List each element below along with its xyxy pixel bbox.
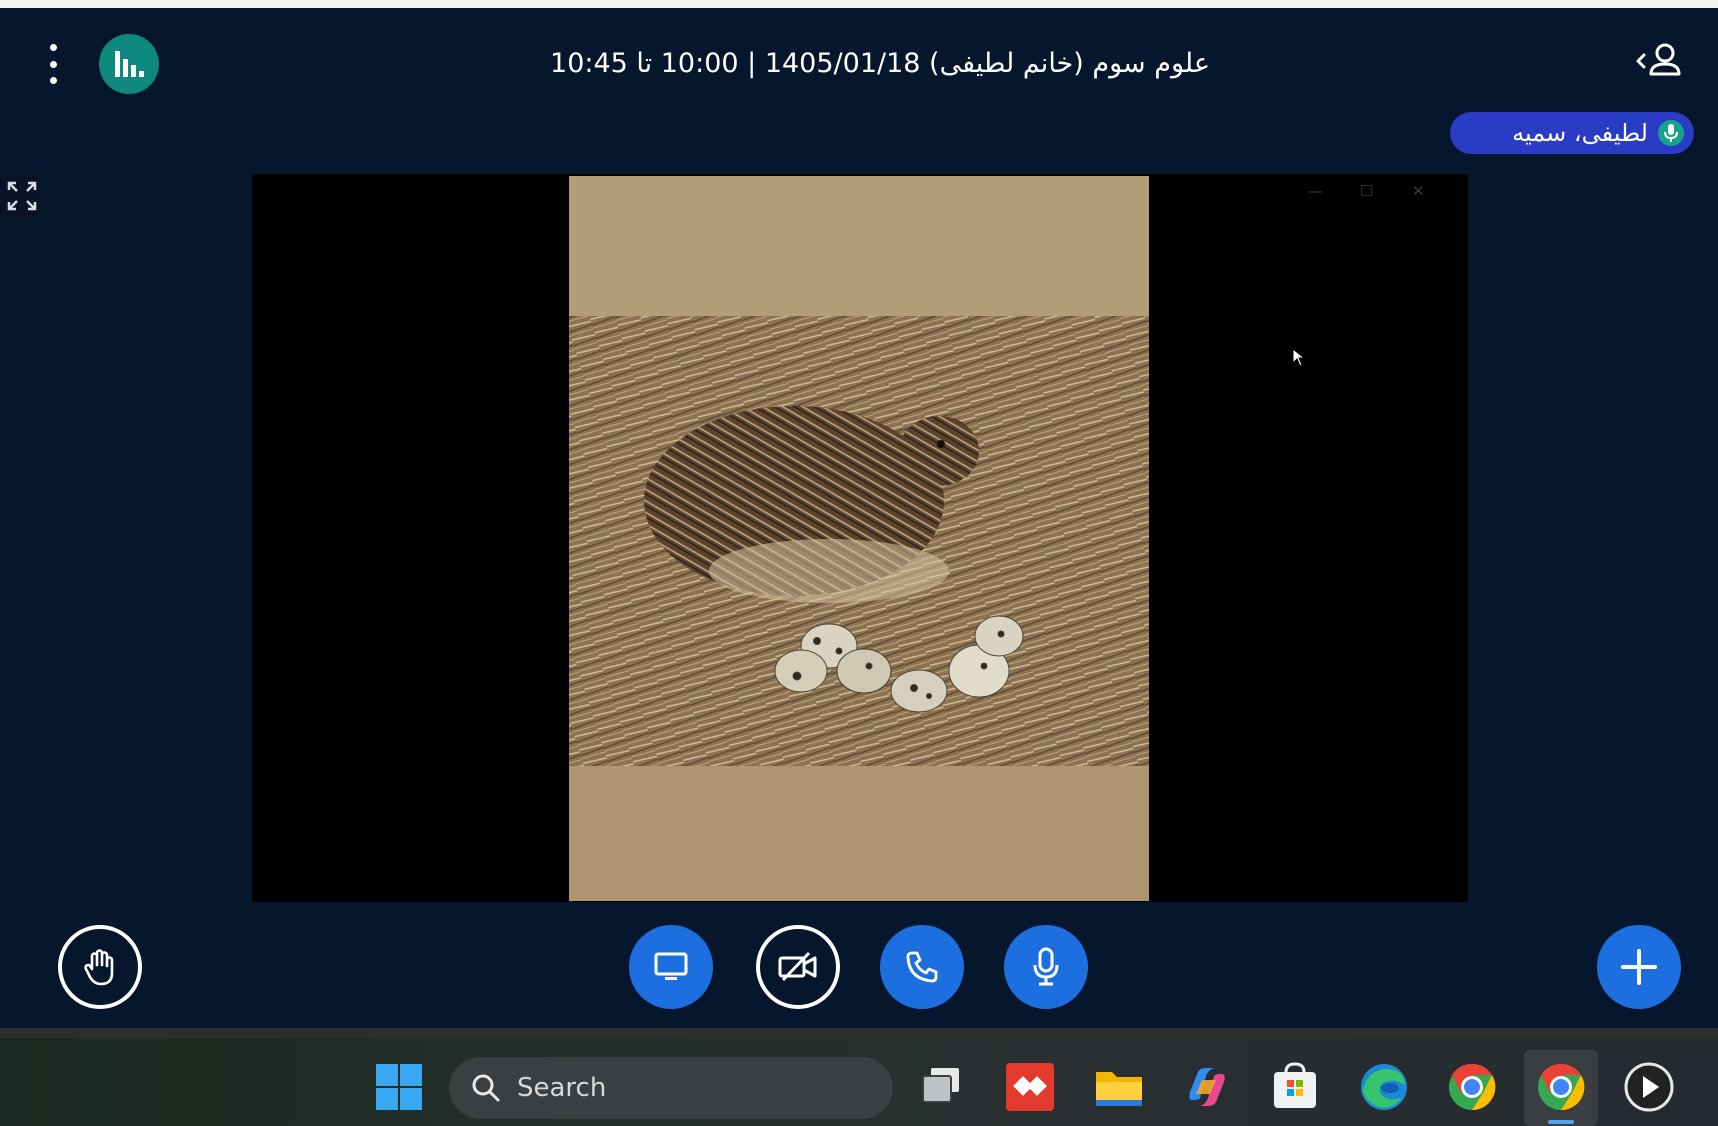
monitor-icon [654,952,688,980]
top-edge [0,0,1718,8]
copilot-icon [1189,1068,1225,1106]
chrome-icon [1449,1063,1496,1111]
close-icon: ✕ [1412,182,1425,200]
edge-browser-app[interactable] [1357,1060,1411,1114]
windows-logo-icon [376,1064,398,1086]
copilot-app[interactable] [1180,1060,1234,1114]
maximize-icon: ☐ [1360,182,1374,200]
store-icon [1274,1062,1316,1108]
microphone-icon [1033,947,1059,986]
audio-join-button[interactable] [880,925,964,1009]
taskbar-search[interactable]: Search [449,1057,893,1119]
microsoft-store-app[interactable] [1268,1060,1322,1114]
actions-button[interactable] [1597,925,1681,1009]
play-icon [1624,1062,1674,1112]
raise-hand-button[interactable] [58,925,142,1009]
microphone-button[interactable] [1004,925,1088,1009]
talking-indicator[interactable]: لطیفی، سمیه [1450,112,1694,154]
folder-icon [1096,1072,1142,1106]
more-vertical-icon [49,44,57,51]
session-title: علوم سوم (خانم لطیفی) 1405/01/18 | 10:00… [550,48,1210,79]
phone-icon [906,951,938,983]
camera-toggle-button[interactable] [756,925,840,1009]
user-icon [1636,43,1681,76]
more-options-button[interactable] [44,44,62,84]
media-player-app[interactable] [1622,1060,1676,1114]
fullscreen-button[interactable] [0,174,44,218]
users-panel-toggle[interactable] [1632,40,1684,80]
hand-icon [84,949,114,986]
search-label: Search [517,1073,607,1103]
chrome-icon [1538,1063,1585,1111]
plus-icon [1621,949,1657,985]
talker-mic-icon [1658,120,1684,146]
task-view-icon [922,1068,959,1103]
share-screen-button[interactable] [629,925,713,1009]
chrome-app[interactable] [1445,1060,1499,1114]
bar-chart-icon [115,51,144,77]
shared-window-controls: — ☐ ✕ [1268,174,1468,212]
active-app-indicator [1548,1120,1574,1124]
file-explorer-app[interactable] [1092,1060,1146,1114]
taskbar-top-edge [0,1028,1718,1038]
video-off-icon [778,951,817,982]
analytics-button[interactable] [99,34,159,94]
shared-photo-quail-nest [569,176,1149,901]
talker-name: لطیفی، سمیه [1512,119,1648,147]
start-button[interactable] [372,1060,426,1114]
edge-icon [1361,1064,1407,1110]
anydesk-app[interactable] [1003,1060,1057,1114]
mouse-cursor-icon [1292,347,1306,368]
minimize-icon: — [1308,182,1323,200]
search-icon [472,1074,500,1102]
task-view-button[interactable] [915,1060,969,1114]
fullscreen-icon [7,181,37,211]
anydesk-icon [1006,1063,1054,1111]
chrome-app-active[interactable] [1534,1060,1588,1114]
conference-app: علوم سوم (خانم لطیفی) 1405/01/18 | 10:00… [0,0,1718,1126]
